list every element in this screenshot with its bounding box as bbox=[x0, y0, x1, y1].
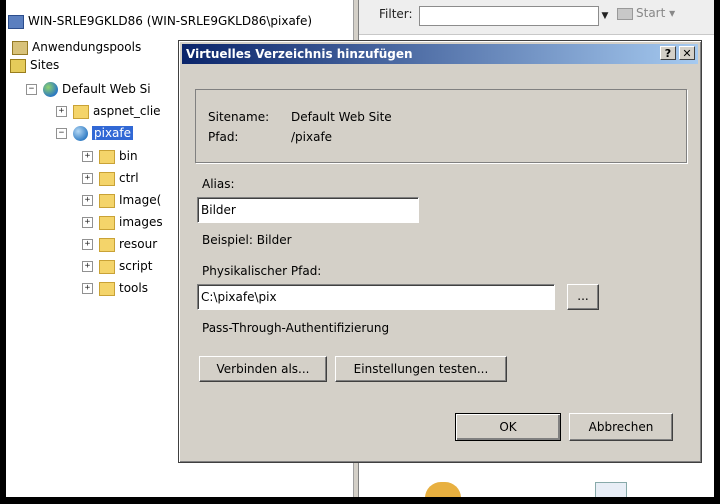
sitename-label: Sitename: bbox=[208, 110, 270, 124]
physical-path-label: Physikalischer Pfad: bbox=[202, 264, 322, 278]
expand-icon[interactable]: + bbox=[82, 173, 93, 184]
application-pools-icon bbox=[12, 40, 28, 55]
expand-icon[interactable]: + bbox=[82, 239, 93, 250]
folder-icon bbox=[99, 171, 115, 186]
tree-item-default-site[interactable]: − Default Web Si bbox=[26, 80, 151, 98]
tree-item-server[interactable]: WIN-SRLE9GKLD86 (WIN-SRLE9GKLD86\pixafe) bbox=[8, 12, 312, 30]
collapse-icon[interactable]: − bbox=[56, 128, 67, 139]
alias-input[interactable]: Bilder bbox=[197, 197, 419, 223]
tree-item-aspnet-client[interactable]: + aspnet_clie bbox=[56, 102, 161, 120]
globe-icon bbox=[43, 82, 58, 97]
cancel-button[interactable]: Abbrechen bbox=[569, 413, 673, 441]
start-button-label: Start bbox=[636, 6, 666, 20]
folder-icon bbox=[99, 215, 115, 230]
sitename-value: Default Web Site bbox=[291, 110, 392, 124]
tree-item-label: images bbox=[119, 215, 163, 229]
tree-item-label: Default Web Si bbox=[62, 82, 151, 96]
tree-item-label: bin bbox=[119, 149, 138, 163]
connect-as-button[interactable]: Verbinden als... bbox=[199, 356, 327, 382]
expand-icon[interactable]: + bbox=[82, 217, 93, 228]
folder-icon bbox=[99, 193, 115, 208]
dialog-titlebar[interactable]: Virtuelles Verzeichnis hinzufügen ? ✕ bbox=[182, 44, 698, 64]
folder-icon bbox=[99, 149, 115, 164]
start-button[interactable]: Start ▾ bbox=[617, 6, 675, 20]
tree-item-label: tools bbox=[119, 281, 148, 295]
add-virtual-directory-dialog: Virtuelles Verzeichnis hinzufügen ? ✕ Si… bbox=[178, 40, 702, 463]
tree-item-child[interactable]: + bin bbox=[82, 147, 138, 165]
folder-icon bbox=[99, 281, 115, 296]
folder-icon bbox=[99, 259, 115, 274]
tree-item-label: Image( bbox=[119, 193, 162, 207]
expand-icon[interactable]: + bbox=[82, 261, 93, 272]
expand-icon[interactable]: + bbox=[56, 106, 67, 117]
tree-item-pixafe[interactable]: − pixafe bbox=[56, 124, 134, 142]
filter-toolbar: Filter: ▼ Start ▾ bbox=[359, 0, 714, 35]
sites-icon bbox=[10, 58, 26, 73]
pass-through-auth-text: Pass-Through-Authentifizierung bbox=[202, 321, 390, 335]
expand-icon[interactable]: + bbox=[82, 195, 93, 206]
tree-item-label: WIN-SRLE9GKLD86 (WIN-SRLE9GKLD86\pixafe) bbox=[28, 14, 313, 28]
filter-label: Filter: bbox=[379, 7, 413, 21]
ok-button[interactable]: OK bbox=[455, 413, 561, 441]
start-icon bbox=[617, 7, 633, 20]
tree-item-label: aspnet_clie bbox=[93, 104, 161, 118]
dialog-title: Virtuelles Verzeichnis hinzufügen bbox=[186, 47, 413, 61]
application-icon bbox=[73, 126, 88, 141]
iis-manager-window: WIN-SRLE9GKLD86 (WIN-SRLE9GKLD86\pixafe)… bbox=[6, 0, 714, 497]
feature-icon[interactable] bbox=[595, 482, 627, 497]
tree-item-child[interactable]: + images bbox=[82, 213, 163, 231]
tree-item-child[interactable]: + script bbox=[82, 257, 152, 275]
tree-item-label: script bbox=[119, 259, 153, 273]
tree-item-label: Anwendungspools bbox=[32, 40, 142, 54]
test-settings-button[interactable]: Einstellungen testen... bbox=[335, 356, 507, 382]
tree-item-label: ctrl bbox=[119, 171, 139, 185]
physical-path-input[interactable]: C:\pixafe\pix bbox=[197, 284, 555, 310]
expand-icon[interactable]: + bbox=[82, 283, 93, 294]
tree-item-child[interactable]: + ctrl bbox=[82, 169, 139, 187]
tree-item-child[interactable]: + resour bbox=[82, 235, 157, 253]
tree-item-child[interactable]: + tools bbox=[82, 279, 148, 297]
tree-item-label: Sites bbox=[30, 58, 60, 72]
tree-item-sites[interactable]: Sites bbox=[10, 56, 59, 74]
help-button[interactable]: ? bbox=[660, 46, 676, 60]
tree-item-child[interactable]: + Image( bbox=[82, 191, 161, 209]
tree-item-label: resour bbox=[119, 237, 158, 251]
tree-item-app-pools[interactable]: Anwendungspools bbox=[12, 38, 141, 56]
filter-input[interactable] bbox=[419, 6, 599, 26]
folder-icon bbox=[99, 237, 115, 252]
path-label: Pfad: bbox=[208, 130, 239, 144]
feature-icon[interactable] bbox=[425, 482, 461, 497]
collapse-icon[interactable]: − bbox=[26, 84, 37, 95]
site-info-group: Sitename: Default Web Site Pfad: /pixafe bbox=[195, 89, 687, 163]
expand-icon[interactable]: + bbox=[82, 151, 93, 162]
tree-item-label: pixafe bbox=[92, 126, 134, 140]
server-icon bbox=[8, 14, 24, 29]
chevron-down-icon[interactable]: ▼ bbox=[599, 6, 611, 26]
example-text: Beispiel: Bilder bbox=[202, 233, 292, 247]
close-button[interactable]: ✕ bbox=[679, 46, 695, 60]
browse-button[interactable]: ... bbox=[567, 284, 599, 310]
path-value: /pixafe bbox=[291, 130, 333, 144]
folder-icon bbox=[73, 104, 89, 119]
alias-label: Alias: bbox=[202, 177, 235, 191]
